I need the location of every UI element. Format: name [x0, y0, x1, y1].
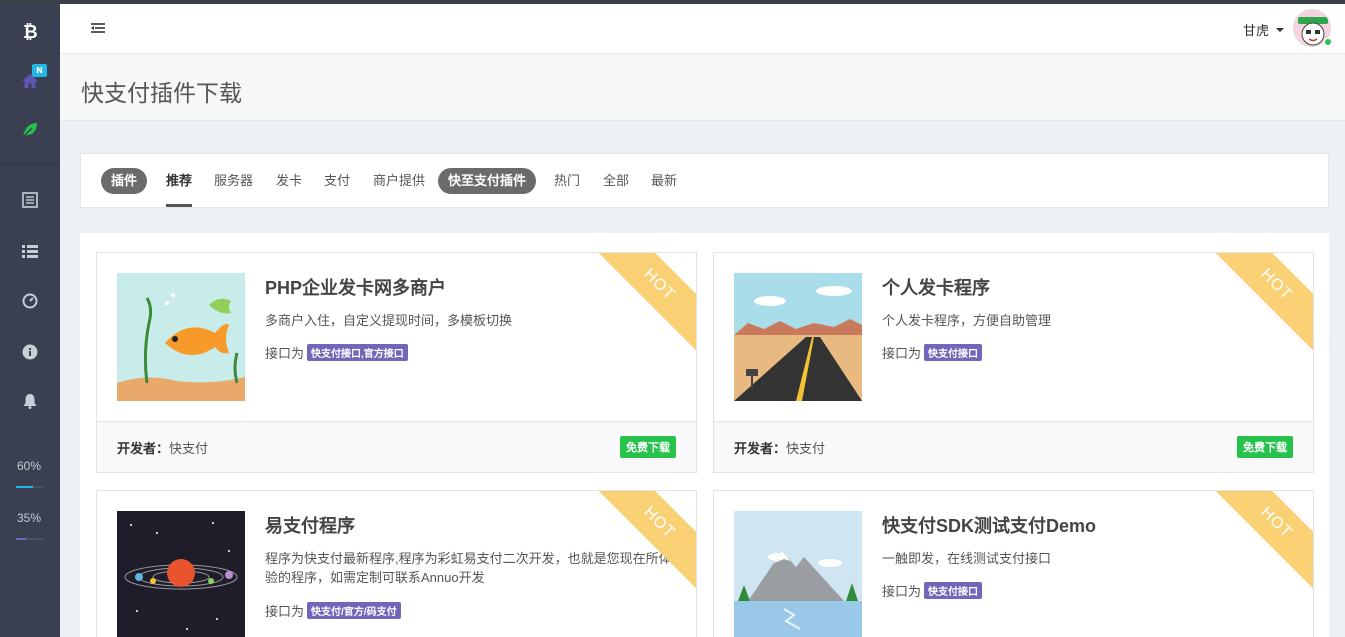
tab-hot[interactable]: 热门	[554, 168, 580, 194]
sidebar-divider	[0, 164, 60, 165]
plugin-title[interactable]: 快支付SDK测试支付Demo	[882, 512, 1096, 538]
developer-name: 快支付	[786, 441, 826, 456]
interface-label: 接口为	[265, 604, 305, 619]
leaf-icon[interactable]	[0, 108, 60, 152]
tab-recommended[interactable]: 推荐	[166, 168, 192, 194]
plugin-description: 程序为快支付最新程序,程序为彩虹易支付二次开发，也就是您现在所体验的程序，如需定…	[265, 551, 672, 585]
page-title-bar: 快支付插件下载	[60, 54, 1345, 121]
tab-all[interactable]: 全部	[603, 168, 629, 194]
developer-label: 开发者：	[117, 441, 170, 456]
developer-name: 快支付	[169, 441, 209, 456]
tab-active-indicator	[166, 204, 192, 207]
interface-label: 接口为	[265, 346, 305, 361]
tab-merchant[interactable]: 商户提供	[373, 168, 425, 194]
plugin-thumbnail[interactable]	[117, 273, 245, 401]
interface-label: 接口为	[882, 584, 922, 599]
hot-ribbon: HOT	[1198, 491, 1313, 601]
plugin-description: 一触即发，在线测试支付接口	[882, 551, 1052, 566]
user-name[interactable]: 甘虎	[1243, 20, 1269, 39]
chevron-down-icon[interactable]	[1276, 28, 1284, 32]
info-icon[interactable]	[0, 330, 60, 374]
list-icon[interactable]	[0, 229, 60, 273]
tab-card[interactable]: 发卡	[276, 168, 302, 194]
list-alt-icon[interactable]	[0, 178, 60, 222]
sidebar: ₿ N 60% 35%	[0, 4, 60, 637]
online-status-dot	[1324, 38, 1332, 46]
page-title: 快支付插件下载	[81, 80, 242, 106]
tab-payment[interactable]: 支付	[324, 168, 350, 194]
new-badge: N	[32, 64, 47, 77]
svg-text:₿: ₿	[23, 22, 38, 41]
plugin-thumbnail[interactable]	[734, 273, 862, 401]
tab-plugins[interactable]: 插件	[101, 168, 148, 194]
dashboard-icon[interactable]	[0, 279, 60, 323]
free-download-button[interactable]: 免费下载	[620, 436, 676, 458]
plugin-thumbnail[interactable]	[734, 511, 862, 637]
interface-label: 接口为	[882, 346, 922, 361]
plugin-card: PHP企业发卡网多商户 多商户入住，自定义提现时间，多模板切换 接口为 快支付接口…	[96, 252, 697, 473]
stat-bar-1	[16, 486, 44, 488]
developer-label: 开发者：	[734, 441, 787, 456]
stat-bar-2-fill	[16, 538, 26, 540]
bitcoin-icon[interactable]: ₿	[0, 9, 60, 53]
category-tabs: 插件 推荐 服务器 发卡 支付 商户提供 快至支付插件 热门 全部 最新	[80, 153, 1329, 208]
plugin-card: 快支付SDK测试支付Demo 一触即发，在线测试支付接口 接口为 快支付接口 HO…	[713, 490, 1314, 637]
plugin-description: 个人发卡程序，方便自助管理	[882, 313, 1052, 328]
interface-tag: 快支付接口	[924, 344, 983, 361]
hot-ribbon: HOT	[581, 253, 696, 363]
plugin-interface: 接口为 快支付接口,官方接口	[265, 343, 408, 362]
stat-label-1: 60%	[17, 459, 42, 473]
plugin-interface: 接口为 快支付/官方/码支付	[265, 601, 401, 620]
plugin-title[interactable]: 易支付程序	[265, 512, 355, 538]
plugin-description: 多商户入住，自定义提现时间，多模板切换	[265, 313, 513, 328]
tab-kuaizhi-plugins[interactable]: 快至支付插件	[438, 168, 537, 194]
plugin-thumbnail[interactable]	[117, 511, 245, 637]
hot-ribbon: HOT	[1198, 253, 1313, 363]
plugin-title[interactable]: 个人发卡程序	[882, 274, 990, 300]
stat-label-2: 35%	[17, 511, 42, 525]
interface-tag: 快支付接口,官方接口	[307, 344, 408, 361]
card-footer: 开发者：快支付 免费下载	[714, 421, 1313, 472]
interface-tag: 快支付接口	[924, 582, 983, 599]
interface-tag: 快支付/官方/码支付	[307, 602, 401, 619]
plugin-card: 易支付程序 程序为快支付最新程序,程序为彩虹易支付二次开发，也就是您现在所体验的…	[96, 490, 697, 637]
tab-latest[interactable]: 最新	[651, 168, 677, 194]
plugin-interface: 接口为 快支付接口	[882, 343, 983, 362]
tab-server[interactable]: 服务器	[214, 168, 253, 194]
free-download-button[interactable]: 免费下载	[1237, 436, 1293, 458]
plugin-list-panel: PHP企业发卡网多商户 多商户入住，自定义提现时间，多模板切换 接口为 快支付接口…	[80, 233, 1329, 637]
plugin-interface: 接口为 快支付接口	[882, 581, 983, 600]
plugin-title[interactable]: PHP企业发卡网多商户	[265, 274, 446, 300]
home-icon[interactable]	[0, 59, 60, 103]
developer-info: 开发者：快支付	[734, 438, 825, 457]
card-footer: 开发者：快支付 免费下载	[97, 421, 696, 472]
bell-icon[interactable]	[0, 379, 60, 423]
menu-toggle-icon[interactable]	[90, 20, 106, 36]
plugin-card: 个人发卡程序 个人发卡程序，方便自助管理 接口为 快支付接口 开发者：快支付 免费…	[713, 252, 1314, 473]
stat-bar-2	[16, 538, 44, 540]
top-header: 甘虎	[60, 4, 1345, 54]
stat-bar-1-fill	[16, 486, 33, 488]
developer-info: 开发者：快支付	[117, 438, 208, 457]
